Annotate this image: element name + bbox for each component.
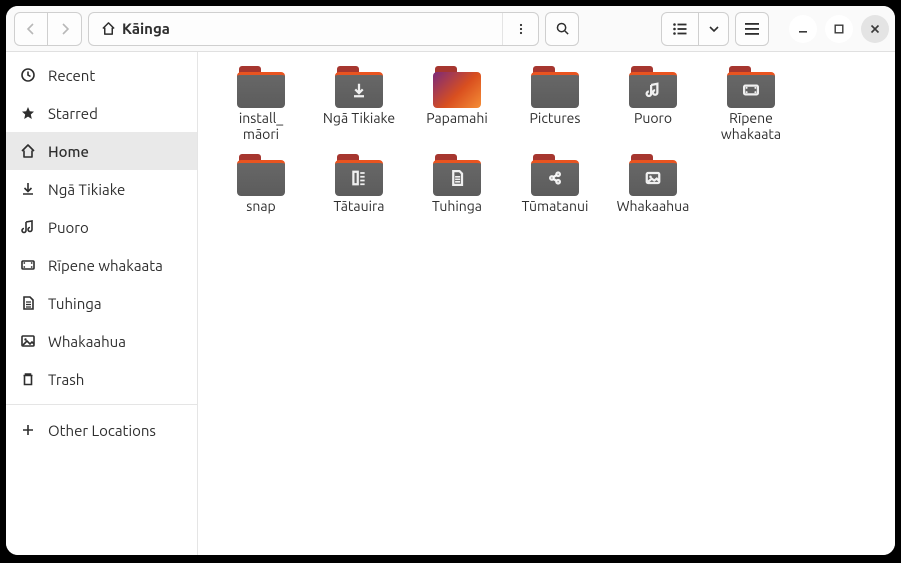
image-icon <box>629 160 677 196</box>
folder-icon <box>433 154 481 196</box>
folder-label: Tātauira <box>334 198 385 214</box>
sidebar-item-ng-tikiake[interactable]: Ngā Tikiake <box>6 170 197 208</box>
sidebar-item-whakaahua[interactable]: Whakaahua <box>6 322 197 360</box>
folder-icon <box>629 66 677 108</box>
download-icon <box>20 181 36 197</box>
sidebar-item-label: Other Locations <box>48 422 156 439</box>
sidebar-item-tuhinga[interactable]: Tuhinga <box>6 284 197 322</box>
sidebar-item-r-pene-whakaata[interactable]: Rīpene whakaata <box>6 246 197 284</box>
folder-label: snap <box>246 198 275 214</box>
sidebar-item-label: Rīpene whakaata <box>48 257 163 274</box>
home-icon <box>20 143 36 159</box>
music-icon <box>20 219 36 235</box>
folder-icon <box>629 154 677 196</box>
sidebar-item-starred[interactable]: Starred <box>6 94 197 132</box>
folder-label: Tūmatanui <box>522 198 589 214</box>
list-view-button[interactable] <box>661 12 699 46</box>
clock-icon <box>20 67 36 83</box>
home-icon <box>101 21 116 36</box>
folder-icon <box>335 66 383 108</box>
folder-icon <box>433 66 481 108</box>
path-bar[interactable]: Kāinga <box>88 12 539 46</box>
sidebar-item-recent[interactable]: Recent <box>6 56 197 94</box>
folder-item[interactable]: Tūmatanui <box>506 150 604 222</box>
image-icon <box>20 333 36 349</box>
folder-item[interactable]: Puoro <box>604 62 702 150</box>
folder-glyph <box>237 160 285 196</box>
folder-icon <box>335 154 383 196</box>
folder-item[interactable]: Tātauira <box>310 150 408 222</box>
folder-item[interactable]: Whakaahua <box>604 150 702 222</box>
folder-label: Pictures <box>530 110 581 126</box>
back-button[interactable] <box>14 12 48 46</box>
folder-item[interactable]: Tuhinga <box>408 150 506 222</box>
sidebar-item-label: Home <box>48 143 89 160</box>
folder-glyph <box>237 72 285 108</box>
folder-icon <box>237 66 285 108</box>
view-options-button[interactable] <box>699 12 729 46</box>
video-icon <box>727 72 775 108</box>
body: Recent Starred Home Ngā Tikiake Puoro Rīpene … <box>6 52 895 555</box>
template-icon <box>335 160 383 196</box>
music-icon <box>629 72 677 108</box>
minimize-button[interactable] <box>789 15 817 43</box>
trash-icon <box>20 371 36 387</box>
sidebar: Recent Starred Home Ngā Tikiake Puoro Rīpene … <box>6 52 198 555</box>
sidebar-item-trash[interactable]: Trash <box>6 360 197 398</box>
folder-label: Puoro <box>634 110 672 126</box>
search-button[interactable] <box>545 12 579 46</box>
share-icon <box>531 160 579 196</box>
forward-button[interactable] <box>48 12 82 46</box>
folder-glyph <box>531 72 579 108</box>
path-label: Kāinga <box>122 20 170 37</box>
folder-item[interactable]: snap <box>212 150 310 222</box>
view-switcher <box>661 12 729 46</box>
folder-label: Whakaahua <box>617 198 690 214</box>
document-icon <box>433 160 481 196</box>
folder-glyph <box>433 72 481 108</box>
window-controls <box>781 15 889 43</box>
sidebar-separator <box>6 404 197 405</box>
plus-icon <box>20 423 36 437</box>
maximize-button[interactable] <box>825 15 853 43</box>
document-icon <box>20 295 36 311</box>
sidebar-item-puoro[interactable]: Puoro <box>6 208 197 246</box>
sidebar-item-label: Ngā Tikiake <box>48 181 125 198</box>
folder-icon <box>531 154 579 196</box>
folder-icon <box>237 154 285 196</box>
sidebar-item-label: Trash <box>48 371 84 388</box>
folder-item[interactable]: Rīpene whakaata <box>702 62 800 150</box>
folder-label: Papamahi <box>426 110 488 126</box>
sidebar-item-label: Starred <box>48 105 98 122</box>
folder-item[interactable]: Papamahi <box>408 62 506 150</box>
path-menu-button[interactable] <box>502 13 538 45</box>
download-icon <box>335 72 383 108</box>
nav-group <box>14 12 82 46</box>
folder-icon <box>727 66 775 108</box>
folder-label: install_māori <box>239 110 283 142</box>
sidebar-item-label: Recent <box>48 67 95 84</box>
sidebar-item-label: Puoro <box>48 219 89 236</box>
path-segment-home[interactable]: Kāinga <box>89 13 182 45</box>
sidebar-other-locations[interactable]: Other Locations <box>6 411 197 449</box>
folder-item[interactable]: Ngā Tikiake <box>310 62 408 150</box>
sidebar-item-label: Whakaahua <box>48 333 126 350</box>
folder-item[interactable]: install_māori <box>212 62 310 150</box>
file-manager-window: Kāinga <box>6 6 895 555</box>
star-icon <box>20 105 36 121</box>
sidebar-item-label: Tuhinga <box>48 295 102 312</box>
close-button[interactable] <box>861 15 889 43</box>
sidebar-item-home[interactable]: Home <box>6 132 197 170</box>
video-icon <box>20 257 36 273</box>
folder-label: Tuhinga <box>432 198 482 214</box>
icon-grid[interactable]: install_māori Ngā Tikiake Papamahi Pictures… <box>198 52 895 555</box>
folder-item[interactable]: Pictures <box>506 62 604 150</box>
folder-icon <box>531 66 579 108</box>
folder-label: Ngā Tikiake <box>323 110 395 126</box>
hamburger-menu-button[interactable] <box>735 12 769 46</box>
folder-label: Rīpene whakaata <box>704 110 798 142</box>
titlebar: Kāinga <box>6 6 895 52</box>
